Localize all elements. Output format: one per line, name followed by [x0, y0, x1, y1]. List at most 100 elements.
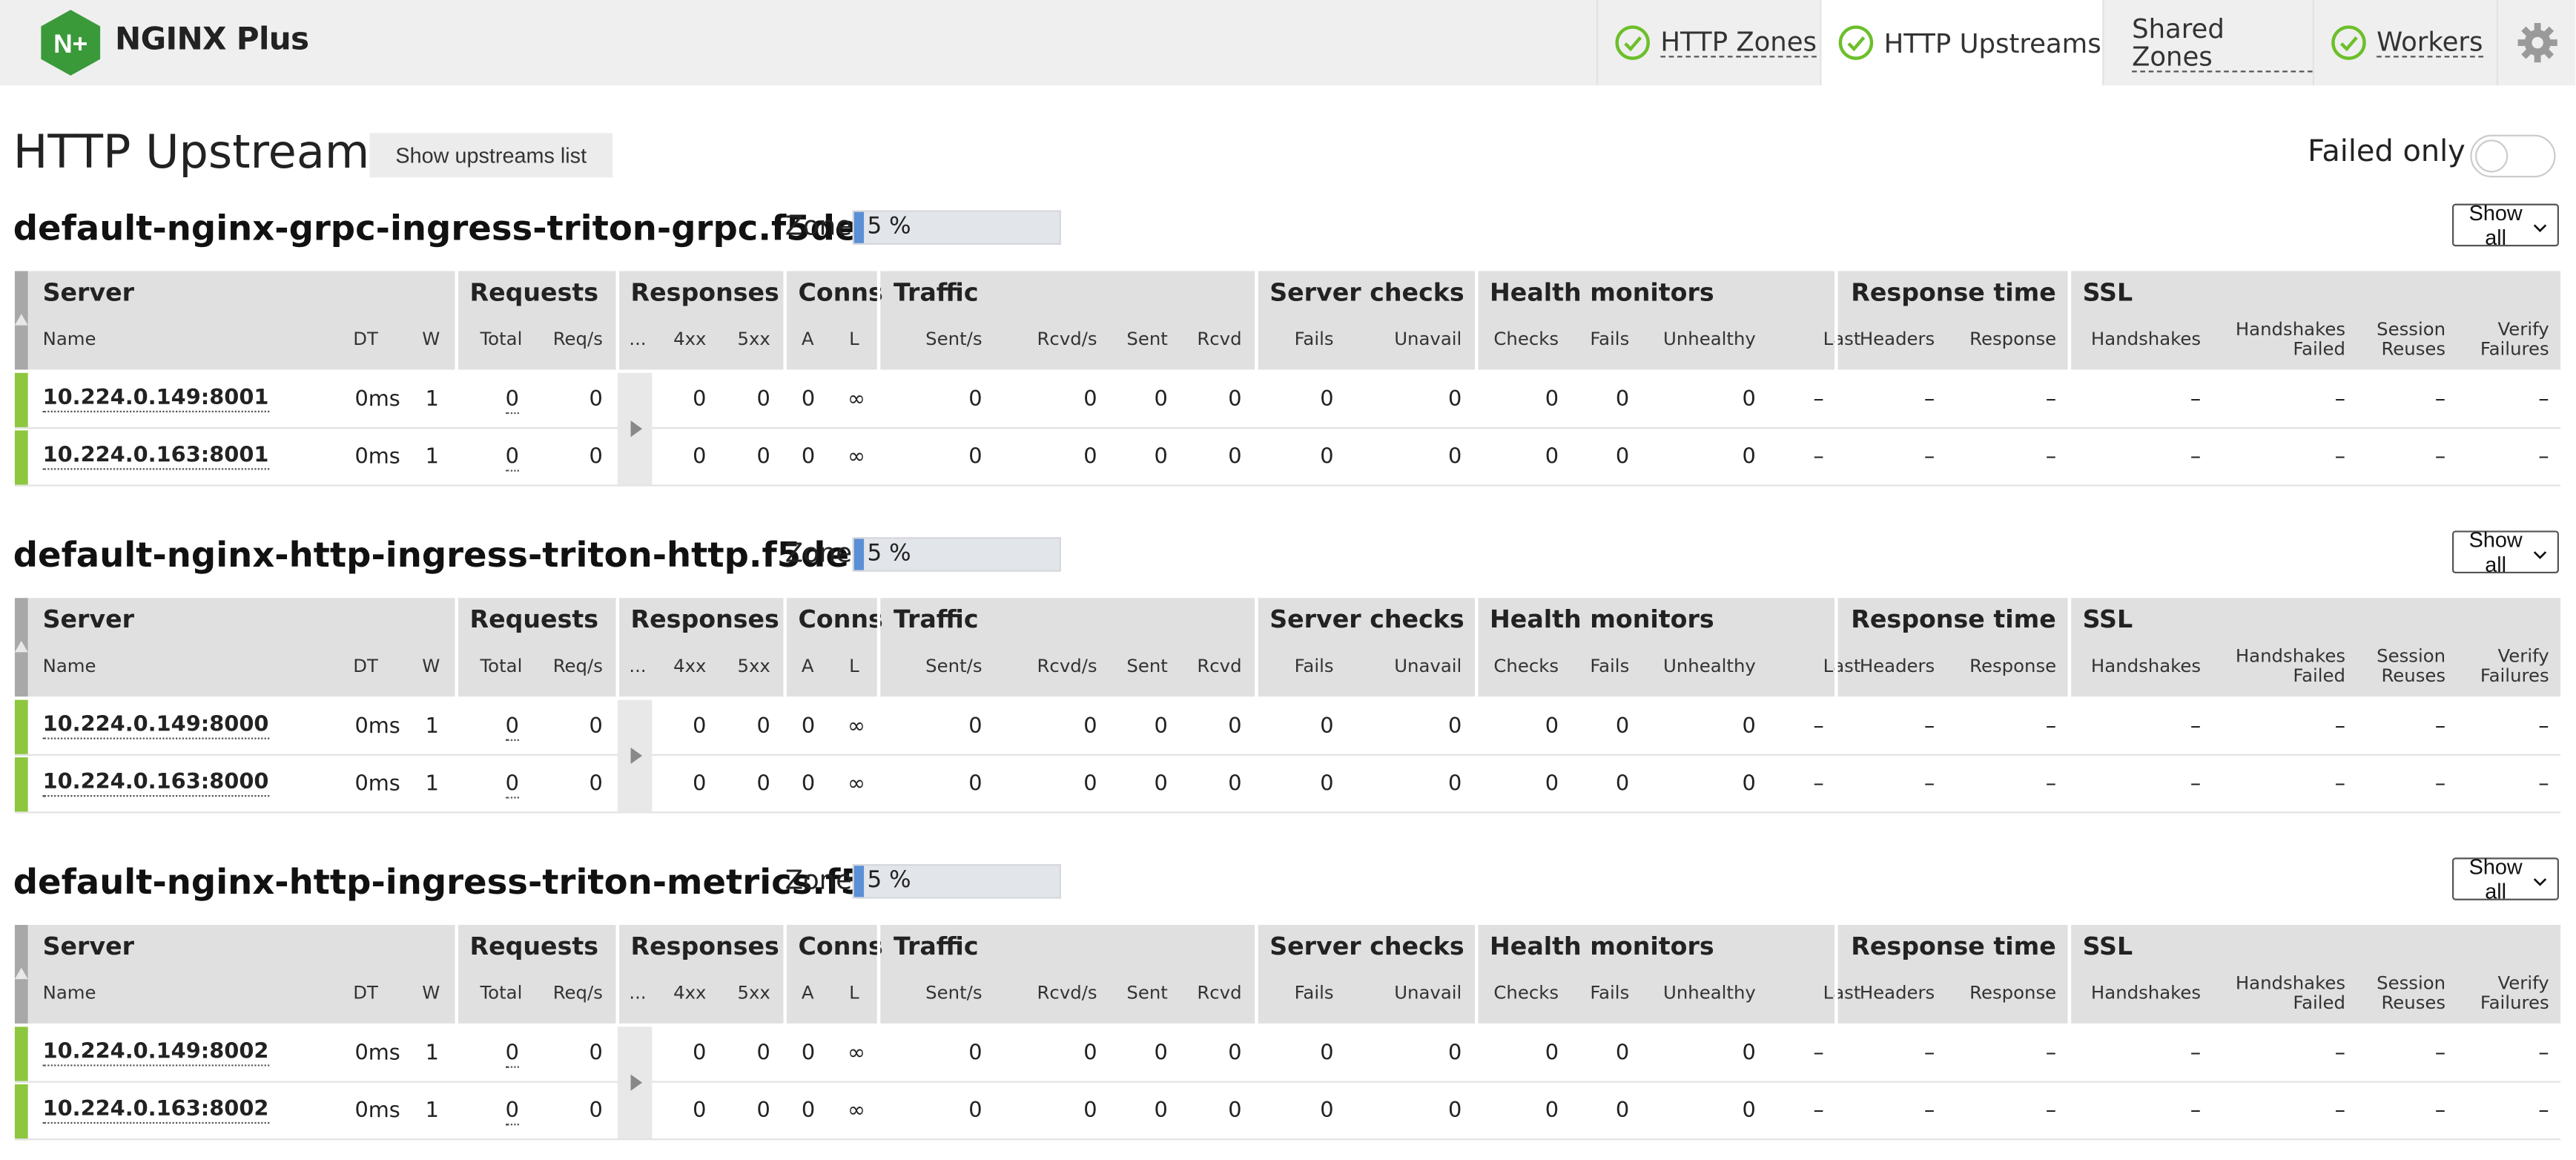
column-header[interactable]: Session Reuses — [2377, 973, 2445, 1013]
column-header[interactable]: Last — [1823, 656, 1861, 677]
column-header[interactable]: Total — [480, 983, 522, 1004]
cell-total[interactable]: 0 — [505, 1098, 519, 1125]
cell-total[interactable]: 0 — [505, 715, 519, 741]
sort-toggle[interactable] — [14, 271, 28, 370]
column-header[interactable]: Unavail — [1394, 983, 1462, 1004]
column-header[interactable]: A — [802, 983, 814, 1004]
column-header[interactable]: Rcvd — [1197, 656, 1241, 677]
column-header[interactable]: Sent — [1126, 329, 1167, 350]
column-header[interactable]: A — [802, 656, 814, 677]
server-name-link[interactable]: 10.224.0.149:8000 — [42, 713, 269, 739]
column-header[interactable]: 4xx — [673, 329, 706, 350]
sort-toggle[interactable] — [14, 598, 28, 697]
column-header[interactable]: Sent/s — [925, 329, 982, 350]
expand-responses-button[interactable] — [617, 372, 653, 485]
column-header[interactable]: Sent — [1126, 656, 1167, 677]
column-header[interactable]: Fails — [1295, 329, 1334, 350]
column-header[interactable]: Fails — [1295, 656, 1334, 677]
column-header[interactable]: Headers — [1860, 329, 1935, 350]
column-header[interactable]: Response — [1969, 329, 2056, 350]
column-header[interactable]: Handshakes Failed — [2236, 973, 2345, 1013]
upstream-name[interactable]: default-nginx-http-ingress-triton-metric… — [13, 863, 904, 902]
column-header[interactable]: 4xx — [673, 983, 706, 1004]
column-header[interactable]: Req/s — [553, 656, 603, 677]
column-header[interactable]: 5xx — [737, 656, 770, 677]
show-all-select[interactable]: Show all — [2451, 527, 2559, 576]
column-header[interactable]: W — [422, 329, 440, 350]
column-header[interactable]: Rcvd/s — [1037, 656, 1097, 677]
server-name-link[interactable]: 10.224.0.149:8002 — [42, 1040, 269, 1067]
cell-total[interactable]: 0 — [505, 771, 519, 798]
column-header[interactable]: DT — [353, 983, 378, 1004]
tab-shared-zones[interactable]: Shared Zones — [2102, 0, 2313, 86]
column-header[interactable]: Verify Failures — [2480, 647, 2549, 687]
server-name-link[interactable]: 10.224.0.163:8001 — [42, 443, 269, 469]
column-header[interactable]: Name — [43, 329, 96, 350]
column-header[interactable]: Checks — [1493, 329, 1559, 350]
column-header[interactable]: Unhealthy — [1663, 656, 1756, 677]
upstream-name[interactable]: default-nginx-http-ingress-triton-http.f… — [13, 535, 888, 575]
column-header[interactable]: Sent — [1126, 983, 1167, 1004]
expand-responses-button[interactable] — [617, 699, 653, 812]
tab-http-upstreams[interactable]: HTTP Upstreams — [1820, 0, 2103, 86]
column-header[interactable]: Name — [43, 656, 96, 677]
column-header[interactable]: Checks — [1493, 983, 1559, 1004]
column-header[interactable]: Verify Failures — [2480, 320, 2549, 360]
column-header[interactable]: W — [422, 983, 440, 1004]
column-header[interactable]: L — [849, 983, 859, 1004]
show-upstreams-list-button[interactable]: Show upstreams list — [369, 133, 613, 178]
column-header[interactable]: W — [422, 656, 440, 677]
column-header[interactable]: Total — [480, 656, 522, 677]
column-header[interactable]: DT — [353, 656, 378, 677]
column-header[interactable]: ... — [629, 329, 646, 350]
settings-button[interactable] — [2496, 0, 2575, 86]
column-header[interactable]: DT — [353, 329, 378, 350]
tab-workers[interactable]: Workers — [2312, 0, 2497, 86]
column-header[interactable]: Response — [1969, 656, 2056, 677]
column-header[interactable]: Unavail — [1394, 656, 1462, 677]
column-header[interactable]: Handshakes — [2091, 329, 2201, 350]
cell-total[interactable]: 0 — [505, 1041, 519, 1068]
server-name-link[interactable]: 10.224.0.163:8000 — [42, 770, 269, 797]
column-header[interactable]: L — [849, 329, 859, 350]
column-header[interactable]: Total — [480, 329, 522, 350]
column-header[interactable]: Session Reuses — [2377, 647, 2445, 687]
server-name-link[interactable]: 10.224.0.149:8001 — [42, 386, 269, 412]
show-all-select[interactable]: Show all — [2451, 200, 2559, 250]
cell-total[interactable]: 0 — [505, 444, 519, 471]
column-header[interactable]: Last — [1823, 983, 1861, 1004]
column-header[interactable]: Fails — [1590, 656, 1629, 677]
column-header[interactable]: Fails — [1295, 983, 1334, 1004]
column-header[interactable]: Rcvd/s — [1037, 983, 1097, 1004]
server-name-link[interactable]: 10.224.0.163:8002 — [42, 1097, 269, 1123]
expand-responses-button[interactable] — [617, 1026, 653, 1138]
column-header[interactable]: Sent/s — [925, 656, 982, 677]
column-header[interactable]: Fails — [1590, 329, 1629, 350]
column-header[interactable]: Handshakes Failed — [2236, 647, 2345, 687]
column-header[interactable]: ... — [629, 983, 646, 1004]
column-header[interactable]: L — [849, 656, 859, 677]
column-header[interactable]: Unavail — [1394, 329, 1462, 350]
column-header[interactable]: Sent/s — [925, 983, 982, 1004]
column-header[interactable]: Headers — [1860, 983, 1935, 1004]
column-header[interactable]: Last — [1823, 329, 1861, 350]
column-header[interactable]: A — [802, 329, 814, 350]
sort-toggle[interactable] — [14, 925, 28, 1024]
column-header[interactable]: Unhealthy — [1663, 983, 1756, 1004]
column-header[interactable]: Rcvd — [1197, 329, 1241, 350]
column-header[interactable]: Response — [1969, 983, 2056, 1004]
column-header[interactable]: 4xx — [673, 656, 706, 677]
column-header[interactable]: Checks — [1493, 656, 1559, 677]
column-header[interactable]: Handshakes — [2091, 656, 2201, 677]
cell-total[interactable]: 0 — [505, 388, 519, 415]
column-header[interactable]: 5xx — [737, 983, 770, 1004]
column-header[interactable]: Fails — [1590, 983, 1629, 1004]
column-header[interactable]: Req/s — [553, 329, 603, 350]
column-header[interactable]: Req/s — [553, 983, 603, 1004]
column-header[interactable]: Name — [43, 983, 96, 1004]
column-header[interactable]: Rcvd — [1197, 983, 1241, 1004]
column-header[interactable]: Session Reuses — [2377, 320, 2445, 360]
column-header[interactable]: Verify Failures — [2480, 973, 2549, 1013]
column-header[interactable]: Handshakes — [2091, 983, 2201, 1004]
show-all-select[interactable]: Show all — [2451, 854, 2559, 903]
